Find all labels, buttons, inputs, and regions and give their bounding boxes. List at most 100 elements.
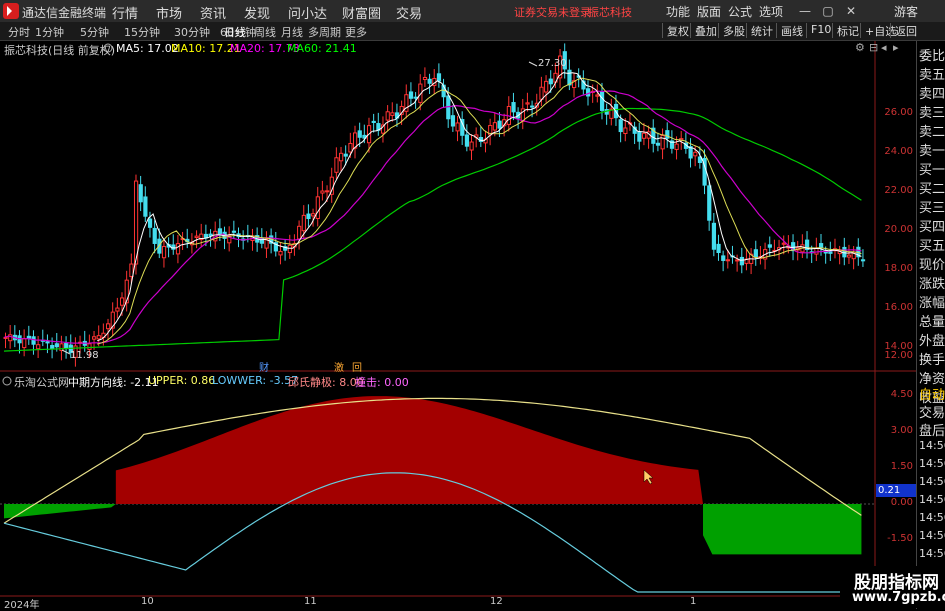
candle xyxy=(846,254,852,258)
candle xyxy=(22,338,27,349)
candle xyxy=(623,127,628,134)
settings-icon[interactable]: ⚙ xyxy=(855,41,865,54)
candle xyxy=(595,94,600,97)
candle xyxy=(781,242,786,245)
ma60-line xyxy=(3,107,862,352)
candle xyxy=(320,190,325,194)
expand-icon[interactable]: ⊟ xyxy=(869,41,878,54)
candle xyxy=(45,341,50,344)
candle xyxy=(115,307,120,312)
after-hours-label[interactable]: 盘后 xyxy=(919,420,945,439)
side-label[interactable]: 卖一 xyxy=(919,140,945,159)
ma5-line xyxy=(97,72,862,342)
time-row: 14:56 xyxy=(919,457,945,470)
candle xyxy=(334,157,339,173)
candle xyxy=(665,130,670,139)
candle xyxy=(492,122,497,131)
candle xyxy=(152,227,157,244)
candle xyxy=(371,120,376,123)
candle xyxy=(567,69,572,86)
side-label[interactable]: 涨跌 xyxy=(919,273,945,292)
candle xyxy=(287,244,292,254)
candle xyxy=(842,246,847,258)
candle xyxy=(455,122,460,132)
side-label[interactable]: 买一 xyxy=(919,159,945,178)
auto-label[interactable]: 自动 xyxy=(919,384,945,403)
sub-y-tick: 0.00 xyxy=(890,497,913,508)
watermark-url: www.7gpzb.com xyxy=(852,590,945,605)
candle xyxy=(735,259,740,262)
candle xyxy=(618,119,623,133)
time-row: 14:56 xyxy=(919,439,945,452)
candle xyxy=(548,78,553,85)
candle xyxy=(297,225,302,240)
finance-marker[interactable]: 财 xyxy=(259,359,269,374)
side-label[interactable]: 买二 xyxy=(919,178,945,197)
high-label: 27.30 xyxy=(538,58,567,69)
candle xyxy=(194,235,199,238)
candle xyxy=(497,120,502,129)
candle xyxy=(828,251,833,254)
sub-y-tick: 3.00 xyxy=(890,425,913,436)
candle xyxy=(721,255,726,261)
candle xyxy=(860,259,866,262)
y-tick: 26.00 xyxy=(884,107,913,118)
kline-chart[interactable]: ⚙ ⊟ ◂ ▸ xyxy=(0,0,945,609)
trade-label[interactable]: 交易 xyxy=(919,402,945,421)
candle xyxy=(753,249,758,258)
time-row: 14:56 xyxy=(919,529,945,542)
time-row: 14:56 xyxy=(919,547,945,560)
candle xyxy=(385,111,390,121)
candle xyxy=(175,243,181,255)
side-label[interactable]: 委比 xyxy=(919,45,945,64)
candle xyxy=(711,222,717,250)
candle xyxy=(59,343,64,352)
side-label[interactable]: 卖二 xyxy=(919,121,945,140)
indicator-source: 乐淘公式网 xyxy=(14,376,69,389)
eye-icon[interactable] xyxy=(2,376,12,386)
candle xyxy=(586,88,591,97)
excite-marker[interactable]: 激 xyxy=(334,359,344,374)
side-label[interactable]: 卖四 xyxy=(919,83,945,102)
impact-legend: 撞击: 0.00 xyxy=(355,376,409,389)
x-tick: 11 xyxy=(304,596,317,607)
close-panel-icon[interactable]: ▸ xyxy=(893,41,899,54)
candle xyxy=(767,244,772,248)
candle xyxy=(87,343,92,350)
sub-y-tick: 4.50 xyxy=(890,389,913,400)
sub-y-tick: -1.50 xyxy=(887,533,913,544)
y-tick: 18.00 xyxy=(884,263,913,274)
candle xyxy=(36,344,41,350)
candle xyxy=(171,244,176,250)
side-label[interactable]: 买五 xyxy=(919,235,945,254)
direction-area-positive xyxy=(115,396,704,504)
return-marker[interactable]: 回 xyxy=(352,359,362,374)
side-label[interactable]: 总量 xyxy=(919,311,945,330)
candle xyxy=(422,76,428,80)
candle xyxy=(511,102,516,113)
y-tick: 12.00 xyxy=(884,350,913,361)
candle xyxy=(599,91,605,111)
side-label[interactable]: 卖三 xyxy=(919,102,945,121)
candle xyxy=(739,256,744,266)
ma-lines xyxy=(3,72,862,352)
candle xyxy=(525,102,530,105)
qiu-legend: 邱氏静极: 8.00 xyxy=(288,376,364,389)
candles xyxy=(3,43,866,367)
side-label[interactable]: 涨幅 xyxy=(919,292,945,311)
side-label[interactable]: 外盘 xyxy=(919,330,945,349)
side-label[interactable]: 现价 xyxy=(919,254,945,273)
collapse-icon[interactable]: ◂ xyxy=(881,41,887,54)
side-label[interactable]: 买三 xyxy=(919,197,945,216)
side-label[interactable]: 买四 xyxy=(919,216,945,235)
side-label[interactable]: 换手 xyxy=(919,349,945,368)
candle xyxy=(655,142,661,146)
candle xyxy=(311,213,316,217)
candle xyxy=(707,185,712,221)
y-tick: 22.00 xyxy=(884,185,913,196)
candle xyxy=(436,73,442,82)
candle xyxy=(343,153,348,157)
candle xyxy=(143,196,148,217)
direction-area-negative xyxy=(4,504,862,555)
side-label[interactable]: 卖五 xyxy=(919,64,945,83)
